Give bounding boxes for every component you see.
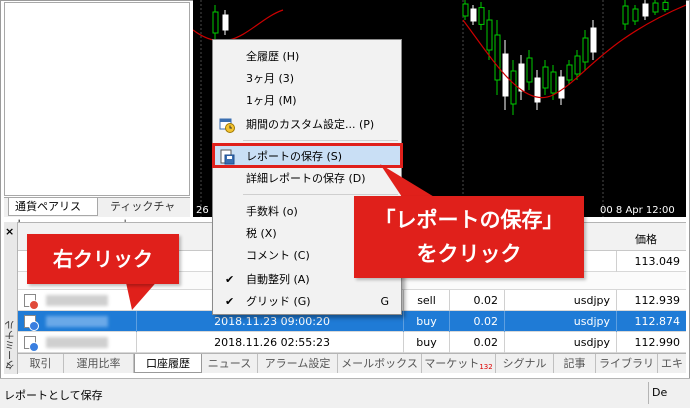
candle-body bbox=[590, 27, 597, 53]
type-cell: buy bbox=[403, 311, 449, 332]
tab-market[interactable]: マーケット132 bbox=[422, 354, 496, 373]
menu-item-grid[interactable]: ✔ グリッド (G) G bbox=[213, 291, 401, 313]
candle-body bbox=[632, 8, 639, 22]
redacted-ticket bbox=[46, 337, 108, 348]
tab-account-history[interactable]: 口座履歴 bbox=[134, 354, 202, 373]
candle-body bbox=[534, 77, 541, 103]
status-right-text: De bbox=[648, 382, 688, 404]
tab-alerts[interactable]: アラーム設定 bbox=[258, 354, 338, 373]
symbol-cell: usdjpy bbox=[504, 311, 616, 332]
close-icon[interactable]: × bbox=[5, 226, 14, 237]
menu-item-save-detailed-report[interactable]: 詳細レポートの保存 (D) bbox=[213, 168, 401, 190]
candle-body bbox=[510, 70, 517, 105]
tab-news[interactable]: ニュース bbox=[202, 354, 258, 373]
time-cell: 2018.11.26 02:55:23 bbox=[136, 332, 336, 353]
tab-signals[interactable]: シグナル bbox=[496, 354, 554, 373]
menu-item-label: 期間のカスタム設定... (P) bbox=[246, 118, 375, 131]
candle-body bbox=[582, 37, 589, 63]
navigator-panel bbox=[4, 2, 190, 196]
redacted-ticket bbox=[46, 295, 108, 306]
order-icon bbox=[24, 315, 39, 331]
table-row[interactable]: 2018.11.26 02:55:23 buy 0.02 usdjpy 112.… bbox=[18, 332, 686, 353]
calendar-clock-icon bbox=[219, 118, 235, 133]
redacted-ticket bbox=[46, 316, 108, 327]
annotation-right-click: 右クリック bbox=[27, 234, 179, 284]
tab-articles[interactable]: 記事 bbox=[554, 354, 596, 373]
terminal-tabs: 取引 運用比率 口座履歴 ニュース アラーム設定 メールボックス マーケット13… bbox=[18, 353, 686, 373]
type-cell: buy bbox=[403, 332, 449, 353]
candle-body bbox=[662, 1, 669, 11]
tab-trade[interactable]: 取引 bbox=[18, 354, 64, 373]
candle-body bbox=[574, 55, 581, 75]
annotation-line: 「レポートの保存」 bbox=[374, 208, 564, 232]
status-bar: レポートとして保存 De bbox=[0, 378, 690, 408]
size-cell: 0.02 bbox=[449, 290, 504, 311]
candle-body bbox=[462, 3, 469, 17]
menu-item-custom-period[interactable]: 期間のカスタム設定... (P) bbox=[213, 114, 401, 136]
candle-body bbox=[566, 64, 573, 81]
menu-item-all-history[interactable]: 全履歴 (H) bbox=[213, 46, 401, 68]
price-cell: 112.990 bbox=[616, 332, 686, 353]
order-icon bbox=[24, 336, 39, 352]
size-cell: 0.02 bbox=[449, 332, 504, 353]
tab-market-label: マーケット bbox=[424, 357, 480, 370]
menu-item-3-months[interactable]: 3ヶ月 (3) bbox=[213, 68, 401, 90]
column-header-price[interactable]: 価格 bbox=[635, 231, 657, 247]
candle-body bbox=[558, 76, 565, 99]
checkmark-icon: ✔ bbox=[225, 295, 235, 308]
candle-body bbox=[478, 7, 485, 25]
notification-badge: 132 bbox=[479, 363, 493, 371]
status-text: レポートとして保存 bbox=[4, 389, 103, 402]
candle-body bbox=[542, 66, 549, 89]
candle-body bbox=[470, 8, 477, 22]
candle-body bbox=[518, 63, 525, 92]
navigator-tabs: 通貨ペアリスト ティックチャート bbox=[4, 197, 190, 231]
menu-separator bbox=[243, 140, 398, 141]
menu-item-label: 自動整列 (A) bbox=[246, 273, 310, 286]
order-icon bbox=[24, 294, 39, 310]
symbol-cell: usdjpy bbox=[504, 332, 616, 353]
candle-body bbox=[526, 57, 533, 83]
candle-body bbox=[486, 19, 493, 51]
price-cell: 112.939 bbox=[616, 290, 686, 311]
candle-body bbox=[642, 3, 649, 17]
symbol-cell: usdjpy bbox=[504, 290, 616, 311]
annotation-line: をクリック bbox=[416, 242, 522, 266]
price-cell: 112.874 bbox=[616, 311, 686, 332]
menu-item-label: グリッド (G) bbox=[246, 295, 311, 308]
tab-tick-chart[interactable]: ティックチャート bbox=[104, 198, 186, 231]
candle-body bbox=[550, 71, 557, 94]
type-cell: sell bbox=[403, 290, 449, 311]
checkmark-icon: ✔ bbox=[225, 273, 235, 286]
candle-body bbox=[222, 14, 229, 31]
candle-body bbox=[212, 11, 219, 34]
menu-separator bbox=[243, 194, 398, 195]
tab-experts[interactable]: エキ bbox=[658, 354, 686, 373]
candle-body bbox=[622, 5, 629, 25]
highlight-frame bbox=[212, 143, 403, 168]
annotation-save-report: 「レポートの保存」 をクリック bbox=[354, 196, 584, 278]
candle-body bbox=[494, 34, 501, 81]
size-cell: 0.02 bbox=[449, 311, 504, 332]
tab-mailbox[interactable]: メールボックス bbox=[338, 354, 422, 373]
candle-body bbox=[652, 2, 659, 13]
menu-shortcut: G bbox=[380, 295, 389, 308]
tab-currency-pairs[interactable]: 通貨ペアリスト bbox=[8, 198, 98, 231]
chart-date-label: 00 8 Apr 12:00 bbox=[600, 205, 675, 216]
tab-library[interactable]: ライブラリ bbox=[596, 354, 658, 373]
tab-exposure[interactable]: 運用比率 bbox=[64, 354, 134, 373]
terminal-label: ターミナル bbox=[6, 320, 17, 370]
menu-item-1-month[interactable]: 1ヶ月 (M) bbox=[213, 90, 401, 112]
price-cell: 113.049 bbox=[616, 251, 686, 272]
